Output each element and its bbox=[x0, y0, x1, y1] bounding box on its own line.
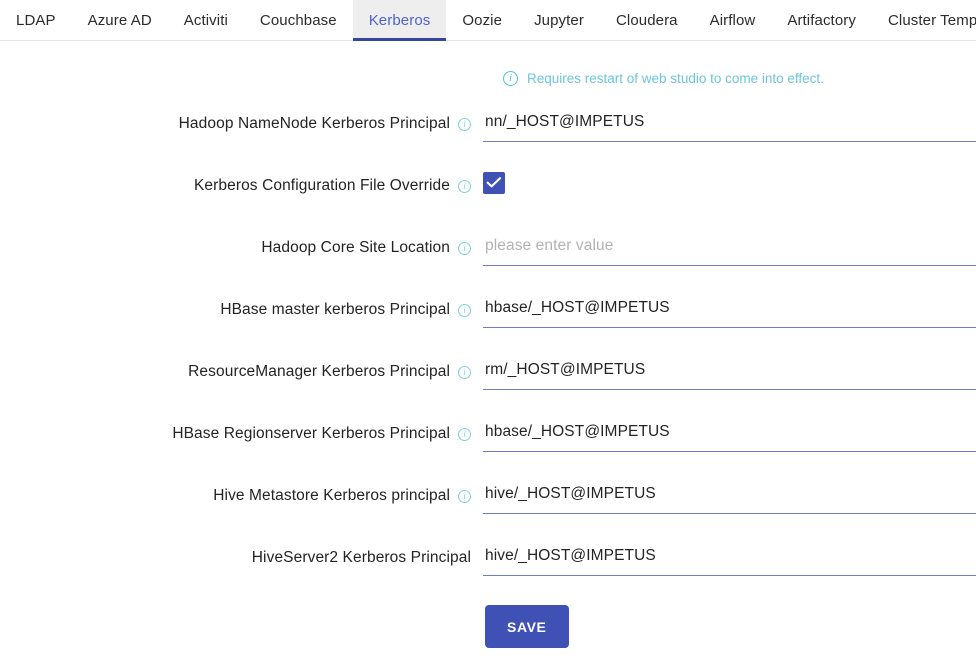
field-label-cell: ResourceManager Kerberos Principal i bbox=[0, 354, 483, 390]
settings-tab-bar: LDAPAzure ADActivitiCouchbaseKerberosOoz… bbox=[0, 0, 976, 41]
tab-airflow[interactable]: Airflow bbox=[694, 0, 772, 41]
field-row: ResourceManager Kerberos Principal i bbox=[0, 354, 976, 416]
info-circle-icon[interactable]: i bbox=[458, 180, 471, 193]
field-row: Kerberos Configuration File Override i bbox=[0, 168, 976, 230]
info-circle-icon[interactable]: i bbox=[458, 490, 471, 503]
field-control-cell bbox=[483, 168, 976, 210]
tab-artifactory[interactable]: Artifactory bbox=[771, 0, 872, 41]
checkbox-kerberos-config-file-override[interactable] bbox=[483, 172, 505, 194]
input-resourcemanager-kerberos-principal[interactable] bbox=[483, 354, 976, 390]
field-row: HiveServer2 Kerberos Principal bbox=[0, 540, 976, 602]
field-label: HiveServer2 Kerberos Principal bbox=[252, 549, 471, 567]
field-label-cell: HiveServer2 Kerberos Principal bbox=[0, 540, 483, 576]
field-label-cell: HBase Regionserver Kerberos Principal i bbox=[0, 416, 483, 452]
field-control-cell bbox=[483, 416, 976, 458]
tab-jupyter[interactable]: Jupyter bbox=[518, 0, 600, 41]
save-button[interactable]: SAVE bbox=[485, 605, 569, 648]
input-hbase-master-kerberos-principal[interactable] bbox=[483, 292, 976, 328]
field-control-cell bbox=[483, 478, 976, 520]
field-label-cell: HBase master kerberos Principal i bbox=[0, 292, 483, 328]
field-control-cell bbox=[483, 540, 976, 582]
field-label: HBase master kerberos Principal bbox=[220, 301, 450, 319]
field-row: Hive Metastore Kerberos principal i bbox=[0, 478, 976, 540]
field-label: Hadoop NameNode Kerberos Principal bbox=[179, 115, 450, 133]
field-label-cell: Hive Metastore Kerberos principal i bbox=[0, 478, 483, 514]
field-control-cell bbox=[483, 354, 976, 396]
tab-ldap[interactable]: LDAP bbox=[0, 0, 72, 41]
info-circle-icon[interactable]: i bbox=[458, 366, 471, 379]
info-circle-icon[interactable]: i bbox=[458, 118, 471, 131]
save-row: SAVE bbox=[0, 605, 976, 648]
field-control-cell bbox=[483, 106, 976, 148]
field-label: Kerberos Configuration File Override bbox=[194, 177, 450, 195]
field-label-cell: Hadoop NameNode Kerberos Principal i bbox=[0, 106, 483, 142]
info-circle-icon[interactable]: i bbox=[458, 304, 471, 317]
input-hive-metastore-kerberos-principal[interactable] bbox=[483, 478, 976, 514]
field-label-cell: Hadoop Core Site Location i bbox=[0, 230, 483, 266]
field-label-cell: Kerberos Configuration File Override i bbox=[0, 168, 483, 204]
input-hadoop-namenode-kerberos-principal[interactable] bbox=[483, 106, 976, 142]
info-circle-icon[interactable]: i bbox=[458, 242, 471, 255]
input-hiveserver2-kerberos-principal[interactable] bbox=[483, 540, 976, 576]
field-row: HBase Regionserver Kerberos Principal i bbox=[0, 416, 976, 478]
restart-notice: i Requires restart of web studio to come… bbox=[0, 71, 976, 86]
field-label: Hive Metastore Kerberos principal bbox=[213, 487, 450, 505]
field-row: Hadoop Core Site Location i bbox=[0, 230, 976, 292]
input-hbase-regionserver-kerberos-principal[interactable] bbox=[483, 416, 976, 452]
save-row-spacer bbox=[0, 605, 483, 648]
tab-oozie[interactable]: Oozie bbox=[446, 0, 518, 41]
tab-couchbase[interactable]: Couchbase bbox=[244, 0, 353, 41]
field-row: HBase master kerberos Principal i bbox=[0, 292, 976, 354]
tab-azure-ad[interactable]: Azure AD bbox=[72, 0, 168, 41]
field-row: Hadoop NameNode Kerberos Principal i bbox=[0, 106, 976, 168]
field-control-cell bbox=[483, 230, 976, 272]
tab-kerberos[interactable]: Kerberos bbox=[353, 0, 447, 41]
tab-cluster-templates[interactable]: Cluster Templates bbox=[872, 0, 976, 41]
kerberos-settings-form: Hadoop NameNode Kerberos PrincipaliKerbe… bbox=[0, 106, 976, 602]
info-circle-icon: i bbox=[503, 71, 518, 86]
field-label: ResourceManager Kerberos Principal bbox=[188, 363, 450, 381]
tab-cloudera[interactable]: Cloudera bbox=[600, 0, 694, 41]
field-label: Hadoop Core Site Location bbox=[261, 239, 450, 257]
tab-activiti[interactable]: Activiti bbox=[168, 0, 244, 41]
restart-notice-text: Requires restart of web studio to come i… bbox=[527, 71, 824, 86]
info-circle-icon[interactable]: i bbox=[458, 428, 471, 441]
field-control-cell bbox=[483, 292, 976, 334]
input-hadoop-core-site-location[interactable] bbox=[483, 230, 976, 266]
field-label: HBase Regionserver Kerberos Principal bbox=[172, 425, 450, 443]
